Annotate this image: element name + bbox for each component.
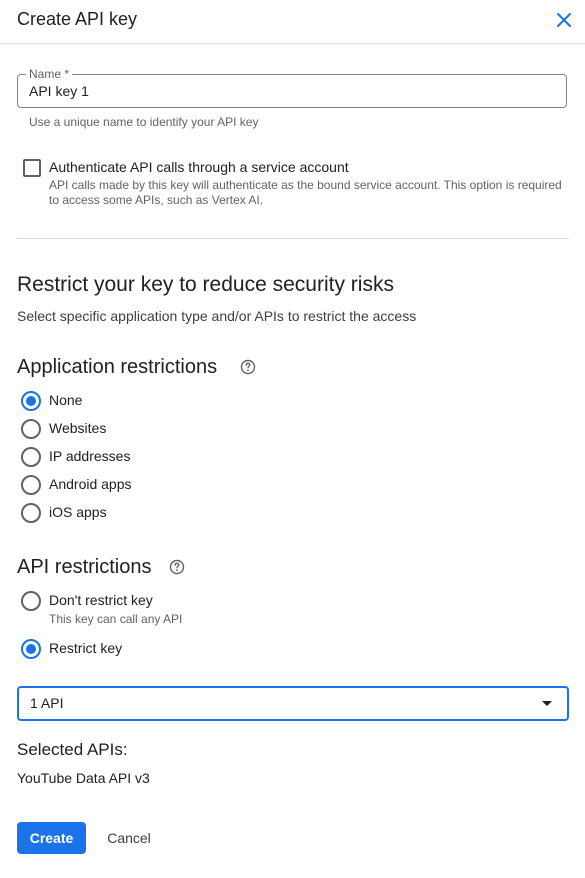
name-field-value[interactable]: API key 1	[29, 83, 89, 99]
radio-selected-dot	[26, 644, 36, 654]
name-field-label: Name *	[26, 67, 73, 81]
dialog-title: Create API key	[17, 9, 138, 29]
cancel-button[interactable]: Cancel	[97, 822, 161, 854]
help-circle-icon[interactable]	[240, 359, 256, 375]
restrict-section-title: Restrict your key to reduce security ris…	[17, 273, 394, 296]
radio-app-websites[interactable]	[21, 419, 41, 439]
radio-app-android-label[interactable]: Android apps	[49, 476, 132, 492]
application-restrictions-title: Application restrictions	[17, 356, 218, 378]
radio-app-ios-label[interactable]: iOS apps	[49, 504, 107, 520]
api-select-value: 1 API	[30, 695, 64, 711]
selected-apis-title: Selected APIs:	[17, 740, 128, 759]
radio-app-websites-label[interactable]: Websites	[49, 420, 106, 436]
api-select-dropdown[interactable]: 1 API	[17, 686, 569, 721]
restrict-section-subtitle: Select specific application type and/or …	[17, 308, 417, 324]
radio-dont-restrict-key[interactable]	[21, 591, 41, 611]
close-icon[interactable]	[554, 10, 574, 30]
service-account-checkbox[interactable]	[23, 159, 41, 177]
radio-app-none-label[interactable]: None	[49, 392, 82, 408]
api-restrictions-title: API restrictions	[17, 556, 152, 578]
name-field-hint: Use a unique name to identify your API k…	[29, 115, 259, 129]
radio-dont-restrict-key-label[interactable]: Don't restrict key	[49, 592, 153, 608]
radio-app-android[interactable]	[21, 475, 41, 495]
radio-app-ip-addresses[interactable]	[21, 447, 41, 467]
radio-restrict-key-label[interactable]: Restrict key	[49, 640, 122, 656]
service-account-description: API calls made by this key will authenti…	[49, 178, 562, 207]
radio-restrict-key[interactable]	[21, 639, 41, 659]
radio-selected-dot	[26, 396, 36, 406]
radio-dont-restrict-key-description: This key can call any API	[49, 612, 183, 626]
dialog-header: Create API key	[0, 0, 585, 44]
radio-app-ip-addresses-label[interactable]: IP addresses	[49, 448, 130, 464]
radio-app-ios[interactable]	[21, 503, 41, 523]
selected-api-item: YouTube Data API v3	[17, 770, 150, 786]
dropdown-arrow-icon	[542, 701, 552, 706]
help-circle-icon[interactable]	[169, 559, 185, 575]
service-account-label[interactable]: Authenticate API calls through a service…	[49, 159, 349, 175]
radio-app-none[interactable]	[21, 391, 41, 411]
name-field[interactable]: Name * API key 1	[17, 67, 567, 108]
create-button[interactable]: Create	[17, 822, 86, 854]
divider	[17, 238, 569, 239]
